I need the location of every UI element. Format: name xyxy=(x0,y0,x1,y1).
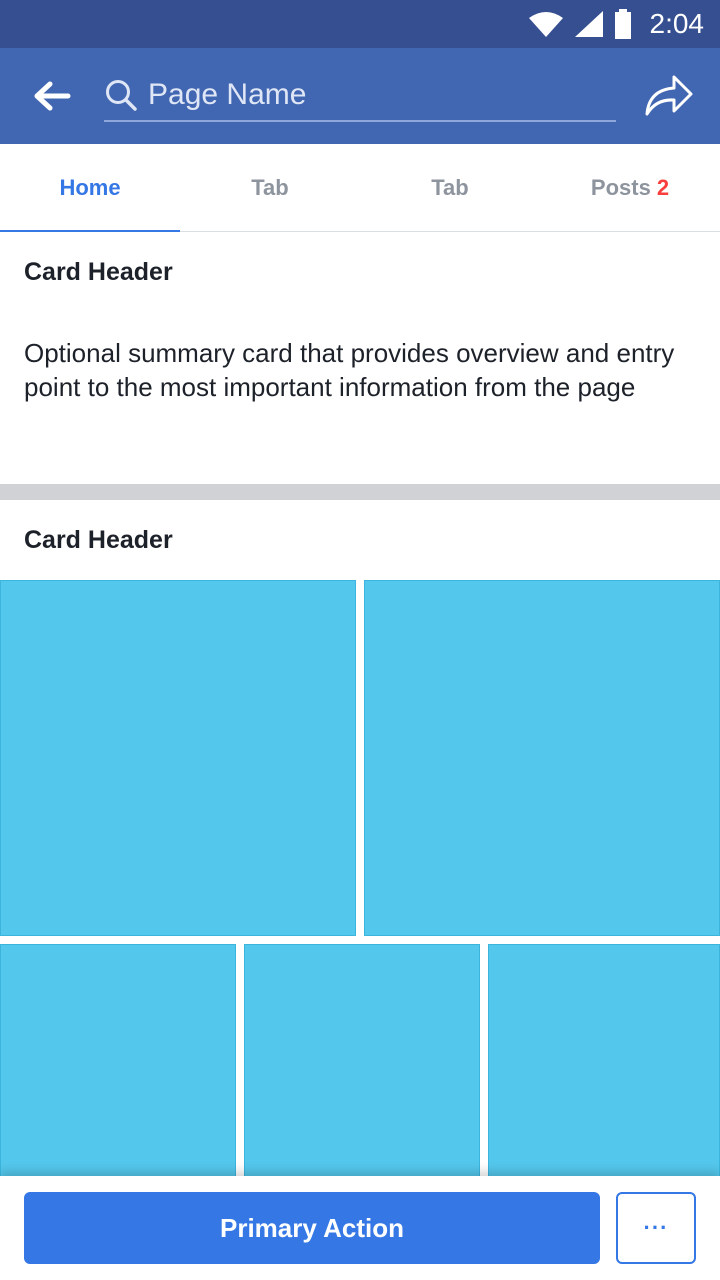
app-bar xyxy=(0,48,720,144)
tab-3[interactable]: Tab xyxy=(360,144,540,232)
cell-signal-icon xyxy=(574,11,603,37)
card-header: Card Header xyxy=(24,258,173,286)
media-tile[interactable] xyxy=(0,580,356,936)
card-header: Card Header xyxy=(24,526,173,554)
search-input[interactable] xyxy=(148,72,608,118)
card-divider xyxy=(0,484,720,500)
media-card: Card Header xyxy=(0,500,720,1280)
notification-badge: 2 xyxy=(656,175,670,200)
more-options-button[interactable]: ··· xyxy=(616,1192,696,1264)
back-arrow-icon[interactable] xyxy=(32,78,72,114)
share-icon[interactable] xyxy=(644,72,694,118)
wifi-icon xyxy=(528,12,563,37)
tab-label: Posts xyxy=(590,175,651,200)
battery-icon xyxy=(614,9,631,39)
tab-posts[interactable]: Posts 2 xyxy=(540,144,720,232)
summary-card: Card Header Optional summary card that p… xyxy=(0,232,720,484)
clock: 2:04 xyxy=(649,8,705,39)
tab-home[interactable]: Home xyxy=(0,144,180,233)
primary-action-button[interactable]: Primary Action xyxy=(24,1192,600,1264)
status-icons: 2:04 xyxy=(528,0,705,48)
status-bar: 2:04 xyxy=(0,0,720,48)
tab-label: Tab xyxy=(431,175,469,200)
tab-2[interactable]: Tab xyxy=(180,144,360,232)
tab-label: Home xyxy=(59,175,121,200)
search-icon xyxy=(106,80,137,111)
tab-bar: Home Tab Tab Posts 2 xyxy=(0,144,720,233)
tab-label: Tab xyxy=(251,175,289,200)
bottom-action-bar: Primary Action ··· xyxy=(0,1176,720,1280)
card-body-text: Optional summary card that provides over… xyxy=(24,338,675,402)
media-tile[interactable] xyxy=(364,580,720,936)
search-bar[interactable] xyxy=(104,72,616,122)
